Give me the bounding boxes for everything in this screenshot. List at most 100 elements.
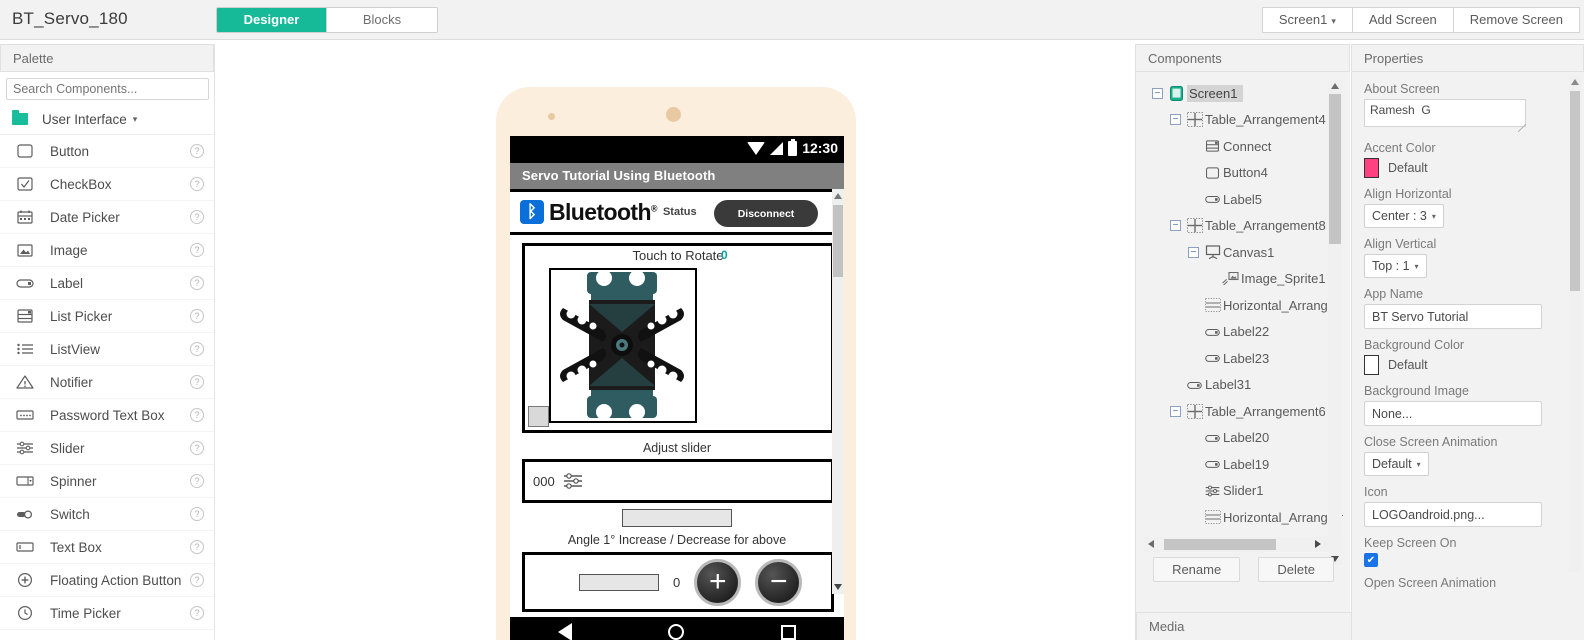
- phone-preview-scrollbar[interactable]: [832, 189, 844, 594]
- close-screen-animation-dropdown[interactable]: Default ▾: [1364, 452, 1429, 476]
- tree-item-table_arrangement6[interactable]: − Table_Arrangement6: [1144, 398, 1343, 425]
- accent-color-swatch[interactable]: [1364, 158, 1379, 178]
- disconnect-button[interactable]: Disconnect: [714, 200, 818, 227]
- scroll-up-arrow-icon[interactable]: [1331, 83, 1339, 89]
- palette-item-notifier[interactable]: Notifier?: [0, 366, 214, 399]
- search-input[interactable]: [6, 78, 209, 100]
- tree-expander-icon[interactable]: −: [1152, 87, 1163, 99]
- add-screen-button[interactable]: Add Screen: [1351, 7, 1454, 33]
- component-tree-hscrollbar[interactable]: [1144, 537, 1343, 552]
- accent-color-row[interactable]: Default: [1364, 158, 1573, 178]
- tree-item-label31[interactable]: Label31: [1144, 372, 1343, 399]
- scroll-thumb[interactable]: [1570, 91, 1580, 291]
- help-icon[interactable]: ?: [190, 276, 204, 290]
- remove-screen-button[interactable]: Remove Screen: [1452, 7, 1580, 33]
- tree-item-slider1[interactable]: Slider1: [1144, 478, 1343, 505]
- tree-item-label22[interactable]: Label22: [1144, 319, 1343, 346]
- tree-item-connect[interactable]: Connect: [1144, 133, 1343, 160]
- tree-item-canvas1[interactable]: − Canvas1: [1144, 239, 1343, 266]
- align-vertical-dropdown[interactable]: Top : 1 ▾: [1364, 254, 1427, 278]
- increase-angle-button[interactable]: +: [694, 558, 742, 606]
- help-icon[interactable]: ?: [190, 210, 204, 224]
- component-tree-vscrollbar[interactable]: [1328, 80, 1342, 565]
- tree-item-screen1[interactable]: − Screen1: [1144, 80, 1343, 107]
- help-icon[interactable]: ?: [190, 441, 204, 455]
- component-tree[interactable]: − Screen1− Table_Arrangement4 Connect Button…: [1144, 80, 1343, 580]
- palette-category-user-interface[interactable]: User Interface ▾: [0, 104, 214, 134]
- align-horizontal-dropdown[interactable]: Center : 3 ▾: [1364, 204, 1444, 228]
- scroll-up-arrow-icon[interactable]: [834, 193, 842, 199]
- delete-button[interactable]: Delete: [1258, 557, 1334, 582]
- properties-scrollbar[interactable]: [1569, 76, 1581, 572]
- tab-blocks[interactable]: Blocks: [327, 8, 437, 32]
- phone-screen[interactable]: 12:30 Servo Tutorial Using Bluetooth ᛒ B…: [510, 136, 844, 640]
- designer-workspace[interactable]: 12:30 Servo Tutorial Using Bluetooth ᛒ B…: [216, 44, 1134, 640]
- palette-item-password-text-box[interactable]: Password Text Box?: [0, 399, 214, 432]
- tree-item-label20[interactable]: Label20: [1144, 425, 1343, 452]
- background-color-swatch[interactable]: [1364, 355, 1379, 375]
- help-icon[interactable]: ?: [190, 540, 204, 554]
- tree-item-horizontal_arrangem[interactable]: Horizontal_Arrangem: [1144, 504, 1343, 531]
- tree-item-image_sprite1[interactable]: Image_Sprite1: [1144, 266, 1343, 293]
- decrease-angle-button[interactable]: −: [755, 558, 803, 606]
- tree-item-label5[interactable]: Label5: [1144, 186, 1343, 213]
- palette-item-time-picker[interactable]: Time Picker?: [0, 597, 214, 630]
- nav-recents-icon[interactable]: [780, 624, 796, 640]
- tree-expander-icon[interactable]: −: [1188, 246, 1199, 258]
- palette-item-listview[interactable]: ListView?: [0, 333, 214, 366]
- help-icon[interactable]: ?: [190, 243, 204, 257]
- scroll-right-arrow-icon[interactable]: [1315, 540, 1321, 548]
- slider-icon[interactable]: [563, 472, 583, 490]
- scroll-left-arrow-icon[interactable]: [1148, 540, 1154, 548]
- tree-expander-icon[interactable]: −: [1170, 405, 1181, 417]
- palette-item-image[interactable]: Image?: [0, 234, 214, 267]
- palette-item-button[interactable]: Button?: [0, 135, 214, 168]
- tree-item-button4[interactable]: Button4: [1144, 160, 1343, 187]
- palette-item-floating-action-button[interactable]: Floating Action Button?: [0, 564, 214, 597]
- scroll-down-arrow-icon[interactable]: [834, 584, 842, 590]
- help-icon[interactable]: ?: [190, 408, 204, 422]
- canvas1[interactable]: Touch to Rotate 0: [522, 243, 834, 433]
- icon-field[interactable]: [1364, 502, 1542, 527]
- help-icon[interactable]: ?: [190, 144, 204, 158]
- about-screen-field[interactable]: [1364, 99, 1526, 127]
- palette-item-label[interactable]: Label?: [0, 267, 214, 300]
- tab-designer[interactable]: Designer: [217, 8, 327, 32]
- tree-item-table_arrangement4[interactable]: − Table_Arrangement4: [1144, 107, 1343, 134]
- tree-item-label19[interactable]: Label19: [1144, 451, 1343, 478]
- background-color-row[interactable]: Default: [1364, 355, 1573, 375]
- help-icon[interactable]: ?: [190, 573, 204, 587]
- palette-item-slider[interactable]: Slider?: [0, 432, 214, 465]
- rename-button[interactable]: Rename: [1153, 557, 1241, 582]
- background-image-field[interactable]: [1364, 401, 1542, 426]
- palette-item-date-picker[interactable]: Date Picker?: [0, 201, 214, 234]
- scroll-up-arrow-icon[interactable]: [1571, 79, 1579, 85]
- tree-item-table_arrangement8[interactable]: − Table_Arrangement8: [1144, 213, 1343, 240]
- palette-item-text-box[interactable]: Text Box?: [0, 531, 214, 564]
- help-icon[interactable]: ?: [190, 606, 204, 620]
- palette-item-list-picker[interactable]: List Picker?: [0, 300, 214, 333]
- tree-item-label23[interactable]: Label23: [1144, 345, 1343, 372]
- scroll-thumb[interactable]: [1329, 94, 1341, 244]
- screen-selector-dropdown[interactable]: Screen1 ▾: [1261, 7, 1353, 33]
- help-icon[interactable]: ?: [190, 309, 204, 323]
- help-icon[interactable]: ?: [190, 342, 204, 356]
- tree-item-horizontal_arrang[interactable]: Horizontal_Arrang: [1144, 292, 1343, 319]
- scroll-thumb[interactable]: [1164, 539, 1276, 550]
- resize-grip-icon[interactable]: [1518, 124, 1526, 132]
- app-name-field[interactable]: [1364, 304, 1542, 329]
- image-sprite1[interactable]: [549, 268, 697, 423]
- help-icon[interactable]: ?: [190, 507, 204, 521]
- help-icon[interactable]: ?: [190, 474, 204, 488]
- help-icon[interactable]: ?: [190, 177, 204, 191]
- keep-screen-on-checkbox[interactable]: ✔: [1364, 553, 1378, 567]
- help-icon[interactable]: ?: [190, 375, 204, 389]
- scroll-thumb[interactable]: [833, 205, 843, 277]
- nav-home-icon[interactable]: [668, 624, 685, 640]
- tree-expander-icon[interactable]: −: [1170, 114, 1181, 126]
- palette-item-checkbox[interactable]: CheckBox?: [0, 168, 214, 201]
- tree-expander-icon[interactable]: −: [1170, 220, 1181, 232]
- palette-item-spinner[interactable]: Spinner?: [0, 465, 214, 498]
- palette-item-switch[interactable]: Switch?: [0, 498, 214, 531]
- nav-back-icon[interactable]: [558, 623, 573, 640]
